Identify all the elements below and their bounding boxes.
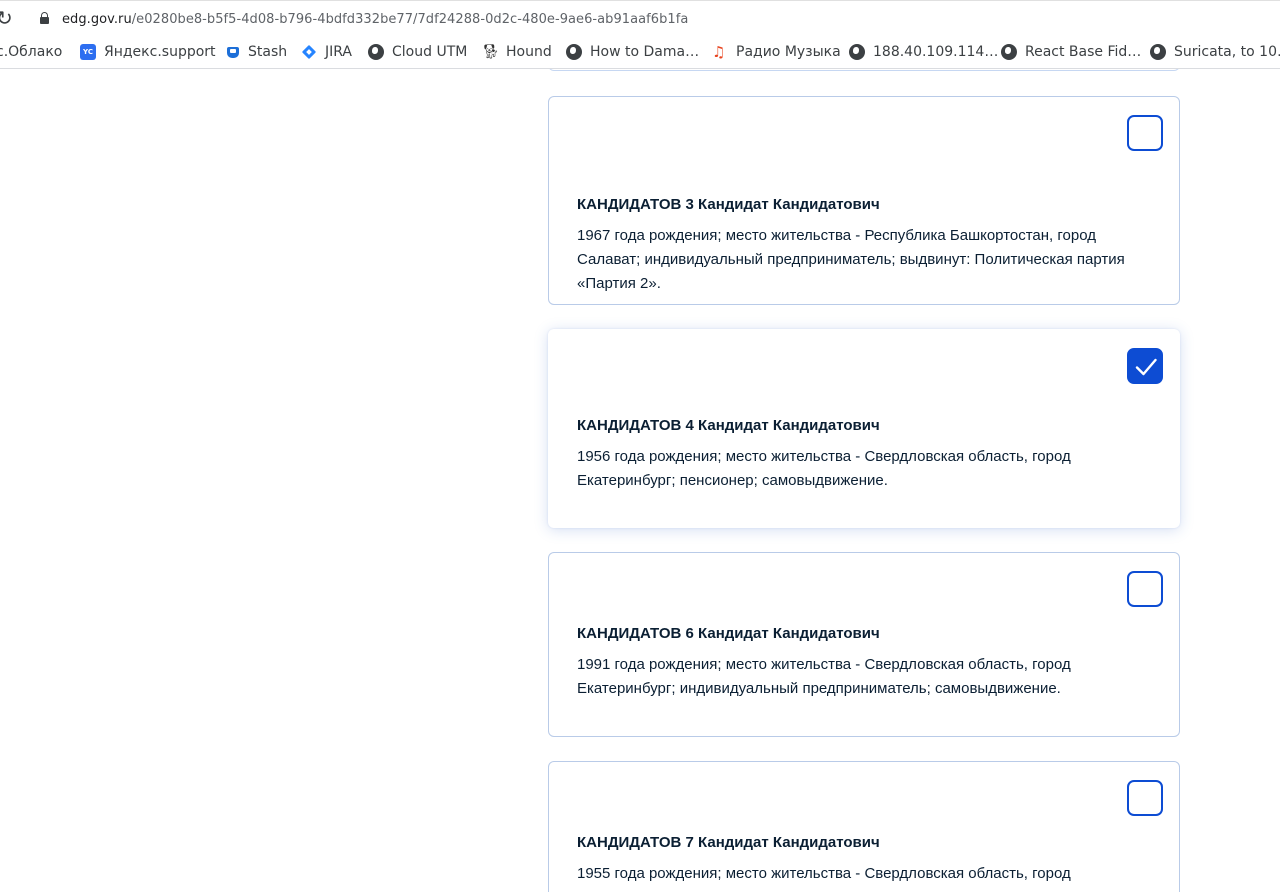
candidate-description: 1967 года рождения; место жительства - Р… <box>577 227 1125 292</box>
bookmark-label: React Base Fid… <box>1025 44 1142 60</box>
candidate-card[interactable]: КАНДИДАТОВ 3 Кандидат Кандидатович 1967 … <box>548 96 1180 305</box>
ballot-page: КАНДИДАТОВ 3 Кандидат Кандидатович 1967 … <box>0 69 1280 892</box>
lock-icon[interactable] <box>40 12 49 24</box>
bookmark-label: 188.40.109.114… <box>873 44 999 60</box>
bookmark-stash[interactable]: Stash <box>226 36 287 68</box>
bookmarks-bar: с.Облако YC Яндекс.support Stash JIRA Cl… <box>0 36 1280 69</box>
bookmark-radio-muzyka[interactable]: ♫ Радио Музыка <box>712 36 841 68</box>
url-path: /e0280be8-b5f5-4d08-b796-4bdfd332be77/7d… <box>131 12 689 27</box>
address-bar: ↻ edg.gov.ru/e0280be8-b5f5-4d08-b796-4bd… <box>0 0 1280 37</box>
globe-icon <box>566 44 582 60</box>
candidate-name: КАНДИДАТОВ 4 Кандидат Кандидатович <box>577 417 880 434</box>
candidate-card-previous-edge <box>548 69 1180 71</box>
jira-icon <box>301 44 317 60</box>
yc-icon: YC <box>80 44 96 60</box>
bookmark-label: Cloud UTM <box>392 44 468 60</box>
candidate-name: КАНДИДАТОВ 6 Кандидат Кандидатович <box>577 625 880 642</box>
bookmark-oblako[interactable]: с.Облако <box>0 36 62 68</box>
candidate-description: 1955 года рождения; место жительства - С… <box>577 865 1071 882</box>
candidate-checkbox-checked[interactable] <box>1127 348 1163 384</box>
bookmark-label: JIRA <box>325 44 352 60</box>
candidate-checkbox[interactable] <box>1127 115 1163 151</box>
bookmark-yandex-support[interactable]: YC Яндекс.support <box>80 36 216 68</box>
globe-icon <box>849 44 865 60</box>
bookmark-suricata[interactable]: Suricata, to 10… <box>1150 36 1280 68</box>
bookmark-jira[interactable]: JIRA <box>301 36 352 68</box>
bookmark-label: Suricata, to 10… <box>1174 44 1280 60</box>
candidate-description: 1956 года рождения; место жительства - С… <box>577 448 1071 489</box>
stash-icon <box>226 45 240 59</box>
candidate-name: КАНДИДАТОВ 7 Кандидат Кандидатович <box>577 834 880 851</box>
hound-icon: 🐕︎ <box>482 44 500 60</box>
bookmark-how-to-dama[interactable]: How to Dama… <box>566 36 699 68</box>
bookmark-label: Hound <box>506 44 552 60</box>
candidate-description: 1991 года рождения; место жительства - С… <box>577 656 1071 697</box>
bookmark-label: Яндекс.support <box>104 44 216 60</box>
bookmark-label: Радио Музыка <box>736 44 841 60</box>
reload-icon[interactable]: ↻ <box>0 7 18 29</box>
candidate-checkbox[interactable] <box>1127 571 1163 607</box>
candidate-card-selected[interactable]: КАНДИДАТОВ 4 Кандидат Кандидатович 1956 … <box>548 329 1180 528</box>
bookmark-react-base[interactable]: React Base Fid… <box>1001 36 1141 68</box>
bookmark-label: How to Dama… <box>590 44 700 60</box>
checkmark-icon <box>1135 358 1157 376</box>
candidate-card[interactable]: КАНДИДАТОВ 6 Кандидат Кандидатович 1991 … <box>548 552 1180 737</box>
bookmark-ip-address[interactable]: 188.40.109.114… <box>849 36 998 68</box>
bookmark-cloud-utm[interactable]: Cloud UTM <box>368 36 467 68</box>
url-host: edg.gov.ru <box>62 12 132 27</box>
bookmark-label: с.Облако <box>0 44 63 60</box>
globe-icon <box>1001 44 1017 60</box>
globe-icon <box>1150 44 1166 60</box>
globe-icon <box>368 44 384 60</box>
candidate-name: КАНДИДАТОВ 3 Кандидат Кандидатович <box>577 196 880 213</box>
candidate-checkbox[interactable] <box>1127 780 1163 816</box>
candidate-card[interactable]: КАНДИДАТОВ 7 Кандидат Кандидатович 1955 … <box>548 761 1180 892</box>
bookmark-label: Stash <box>248 44 288 60</box>
music-note-icon: ♫ <box>712 43 726 61</box>
bookmark-hound[interactable]: 🐕︎ Hound <box>482 36 552 68</box>
url-field[interactable]: edg.gov.ru/e0280be8-b5f5-4d08-b796-4bdfd… <box>62 11 688 28</box>
